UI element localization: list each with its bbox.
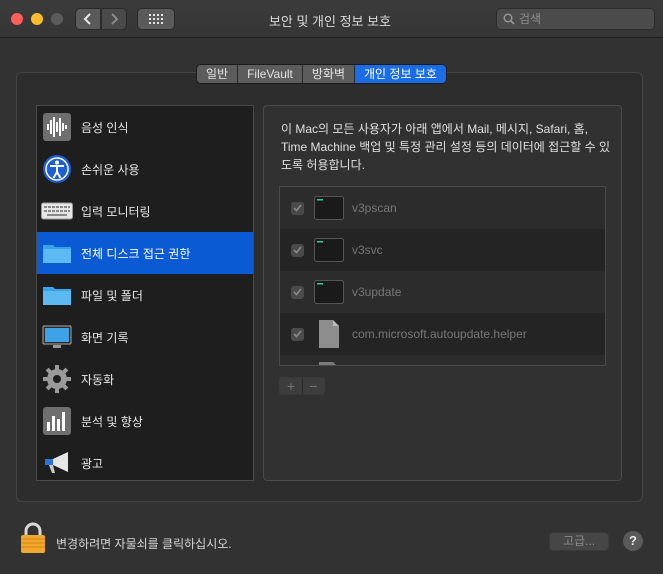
privacy-category-list: 음성 인식 손쉬운 사용 입력 모니터링 전체 디스크 접근 권한 파일 및 폴… (36, 105, 254, 481)
category-label: 광고 (81, 456, 104, 471)
search-icon (503, 13, 515, 25)
category-label: 화면 기록 (81, 330, 129, 345)
category-item-screen-recording[interactable]: 화면 기록 (37, 316, 253, 358)
chevron-left-icon (83, 13, 91, 25)
terminal-icon (314, 277, 344, 307)
checkmark-icon (293, 288, 302, 296)
checkbox[interactable] (291, 243, 304, 257)
document-icon (314, 319, 344, 349)
forward-button[interactable] (101, 8, 127, 30)
checkbox[interactable] (291, 201, 304, 215)
window-title: 보안 및 개인 정보 보호 (268, 14, 392, 29)
tab-privacy[interactable]: 개인 정보 보호 (355, 65, 446, 83)
tab-bar: 일반 FileVault 방화벽 개인 정보 보호 (196, 64, 447, 84)
category-label: 손쉬운 사용 (81, 162, 140, 177)
minimize-button[interactable] (31, 13, 43, 25)
category-item-analytics[interactable]: 분석 및 향상 (37, 400, 253, 442)
app-row[interactable]: v3svc (280, 229, 605, 271)
category-label: 파일 및 폴더 (81, 288, 143, 303)
checkmark-icon (293, 246, 302, 254)
category-item-advertising[interactable]: 광고 (37, 442, 253, 484)
document-icon (314, 361, 344, 365)
keyboard-icon (41, 195, 73, 227)
zoom-button[interactable] (51, 13, 63, 25)
app-row[interactable] (280, 355, 605, 365)
app-name: v3svc (352, 243, 383, 257)
tab-general[interactable]: 일반 (197, 65, 239, 83)
help-button[interactable]: ? (623, 531, 643, 551)
close-button[interactable] (11, 13, 23, 25)
list-edit-buttons: + − (279, 377, 325, 395)
checkmark-icon (293, 204, 302, 212)
category-label: 전체 디스크 접근 권한 (81, 246, 191, 261)
category-item-speech-recognition[interactable]: 음성 인식 (37, 106, 253, 148)
category-label: 입력 모니터링 (81, 204, 151, 219)
folder-icon (41, 279, 73, 311)
add-app-button[interactable]: + (280, 378, 302, 394)
checkbox[interactable] (291, 327, 304, 341)
display-icon (41, 321, 73, 353)
app-name: v3update (352, 285, 402, 299)
lock-button[interactable] (20, 522, 46, 554)
accessibility-icon (41, 153, 73, 185)
megaphone-icon (41, 447, 73, 479)
lock-instruction: 변경하려면 자물쇠를 클릭하십시오. (56, 537, 232, 551)
app-name: com.microsoft.autoupdate.helper (352, 327, 527, 341)
remove-app-button[interactable]: − (302, 378, 324, 394)
app-row[interactable]: v3update (280, 271, 605, 313)
category-label: 음성 인식 (81, 120, 129, 135)
chevron-right-icon (111, 13, 119, 25)
terminal-icon (314, 235, 344, 265)
lock-icon (21, 522, 45, 553)
category-label: 자동화 (81, 372, 115, 387)
app-name: v3pscan (352, 201, 397, 215)
gear-icon (41, 363, 73, 395)
category-item-files-and-folders[interactable]: 파일 및 폴더 (37, 274, 253, 316)
category-label: 분석 및 향상 (81, 414, 143, 429)
access-description: 이 Mac의 모든 사용자가 아래 앱에서 Mail, 메시지, Safari,… (281, 122, 611, 172)
back-button[interactable] (75, 8, 101, 30)
checkbox[interactable] (291, 285, 304, 299)
chart-icon (41, 405, 73, 437)
category-item-input-monitoring[interactable]: 입력 모니터링 (37, 190, 253, 232)
search-input[interactable] (519, 12, 649, 26)
waveform-icon (41, 111, 73, 143)
app-row[interactable]: com.microsoft.autoupdate.helper (280, 313, 605, 355)
app-row[interactable]: v3pscan (280, 187, 605, 229)
terminal-icon (314, 193, 344, 223)
folder-icon (41, 237, 73, 269)
app-list[interactable]: v3pscan v3svc v3update com.microsoft.aut… (279, 186, 606, 366)
grid-icon (149, 14, 163, 24)
tab-filevault[interactable]: FileVault (238, 65, 303, 83)
search-field[interactable] (496, 8, 655, 30)
category-item-full-disk-access[interactable]: 전체 디스크 접근 권한 (37, 232, 253, 274)
advanced-button[interactable]: 고급... (549, 532, 609, 551)
category-item-accessibility[interactable]: 손쉬운 사용 (37, 148, 253, 190)
title-bar: 보안 및 개인 정보 보호 (0, 0, 663, 38)
tab-firewall[interactable]: 방화벽 (302, 65, 356, 83)
category-item-automation[interactable]: 자동화 (37, 358, 253, 400)
show-all-button[interactable] (137, 8, 175, 30)
checkmark-icon (293, 330, 302, 338)
